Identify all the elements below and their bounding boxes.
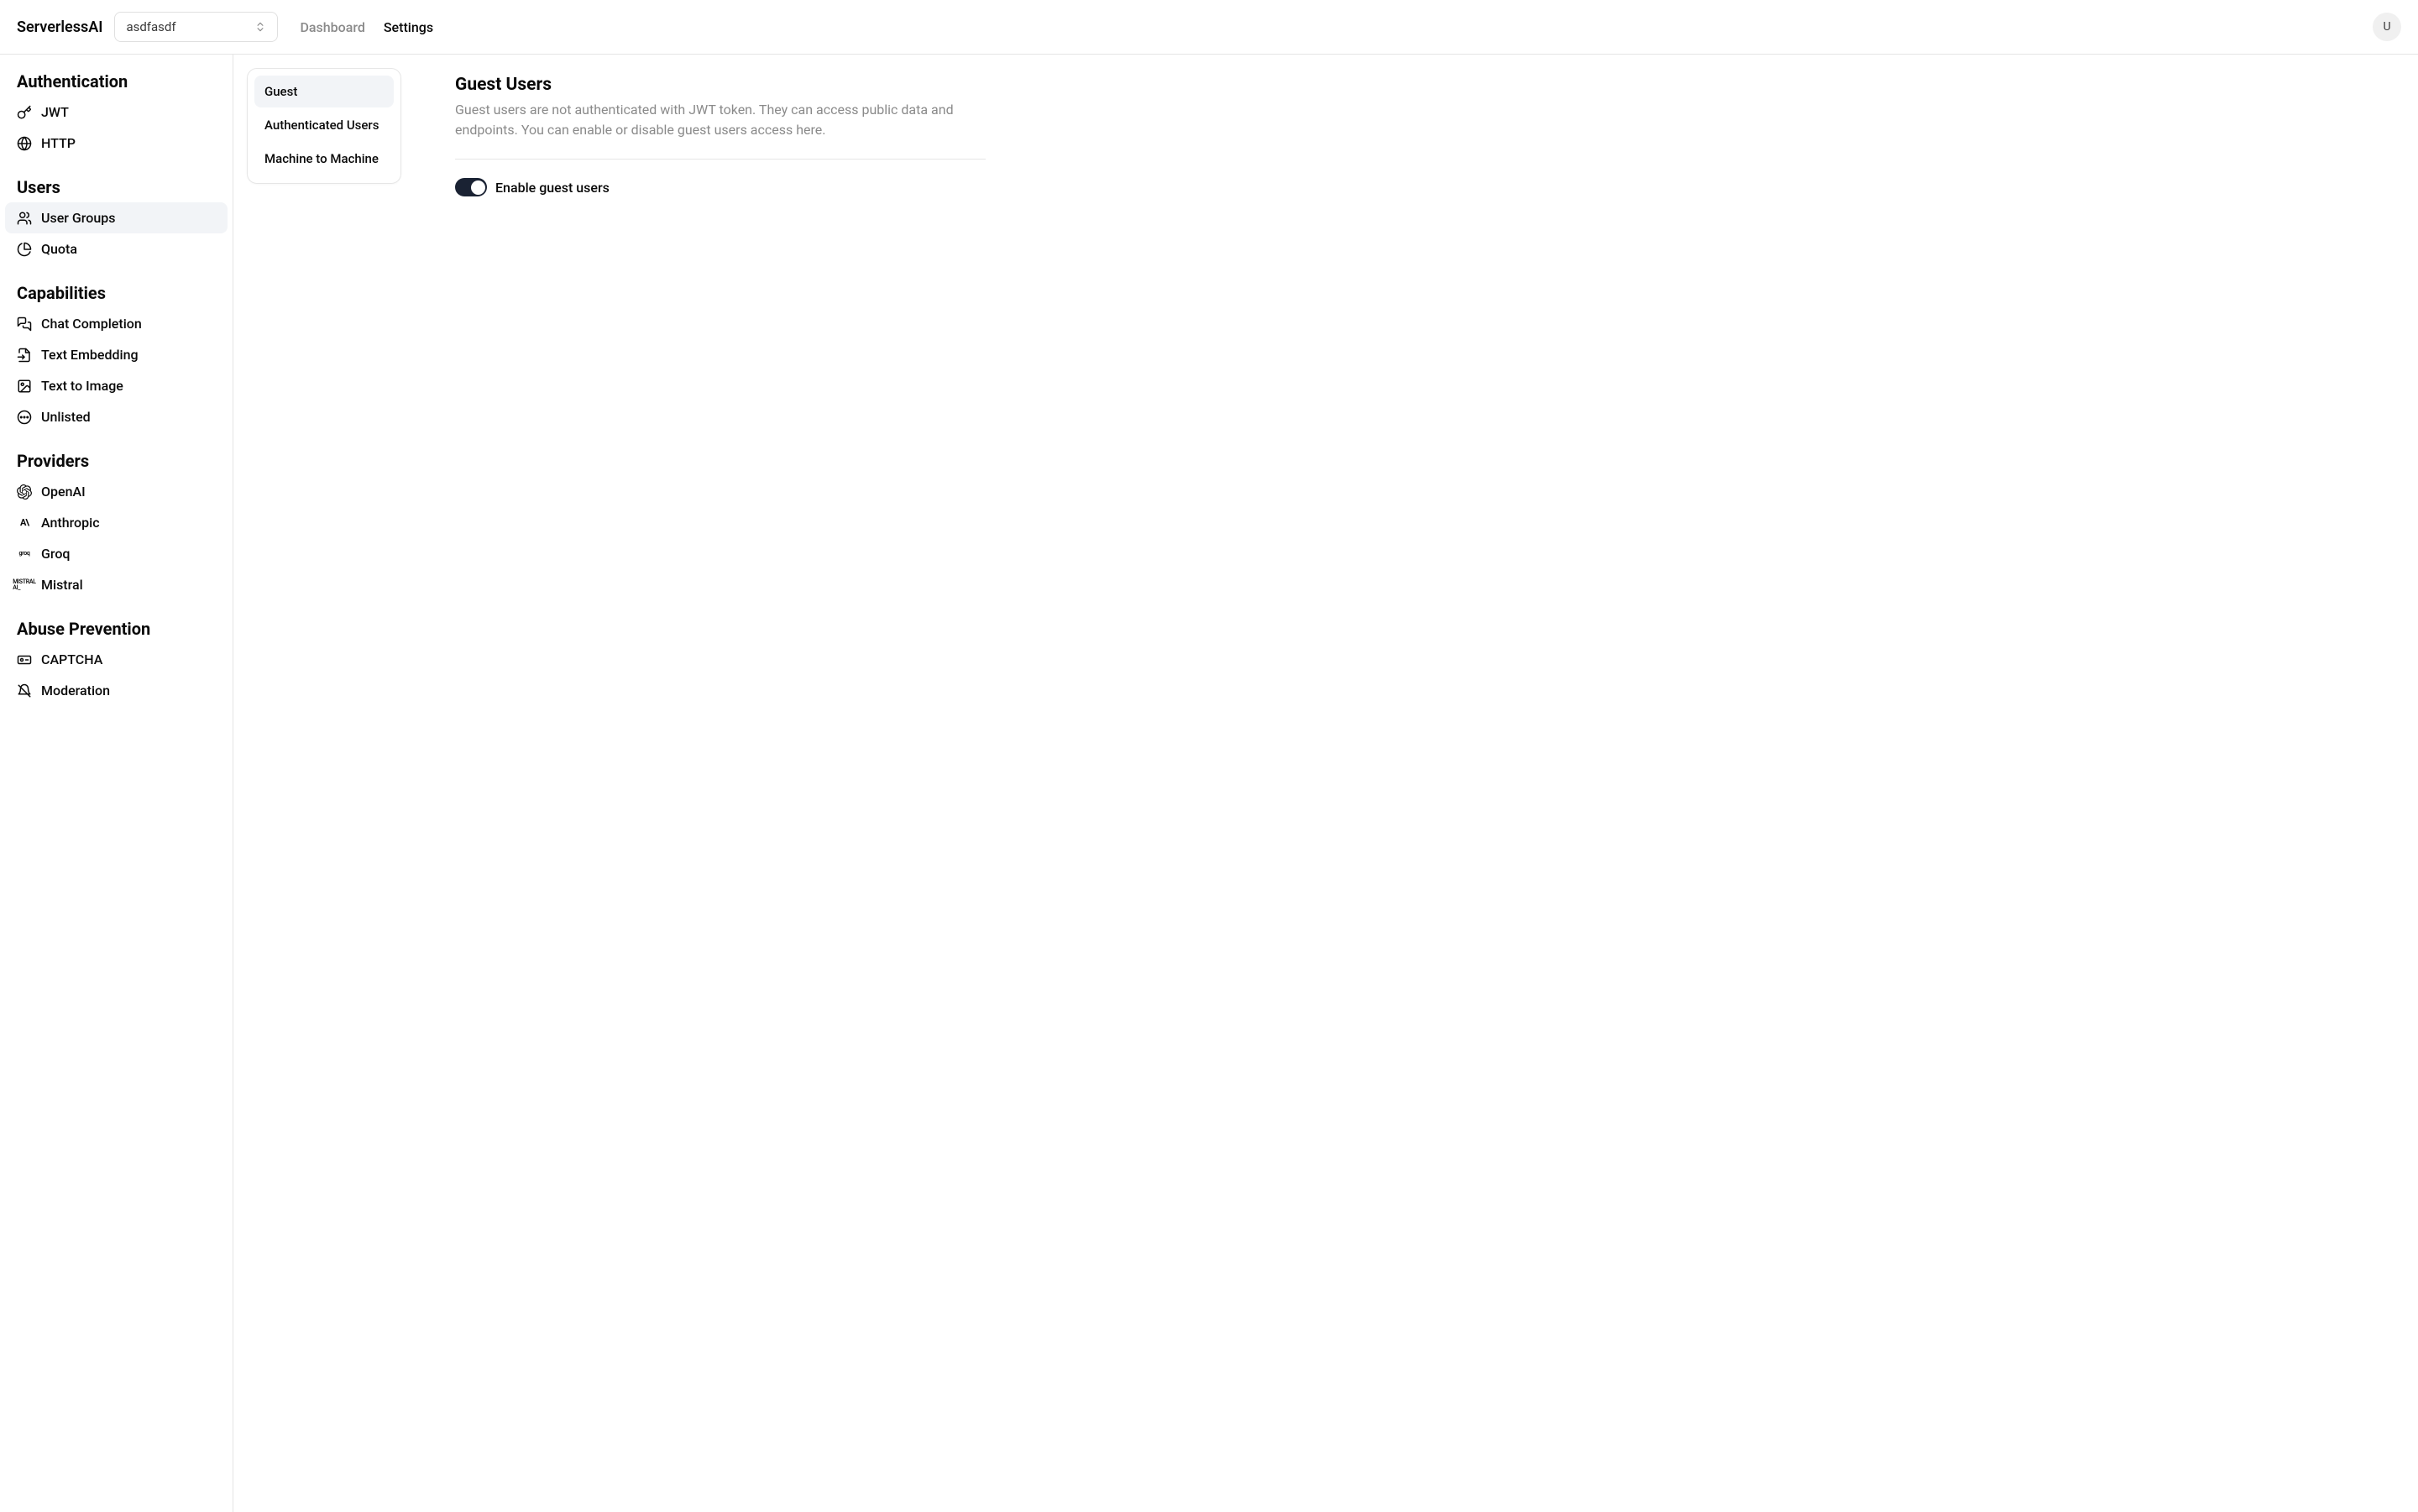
toggle-knob [471,180,485,195]
sidebar-section-providers: Providers OpenAI A\ Anthropic groq Groq [5,451,228,600]
sidebar-item-label: Mistral [41,577,83,593]
sidebar-item-label: Moderation [41,683,110,698]
header: ServerlessAI asdfasdf Dashboard Settings… [0,0,2418,55]
sub-item-machine-to-machine[interactable]: Machine to Machine [254,143,394,175]
sidebar-section-authentication: Authentication JWT HTTP [5,71,228,159]
toggle-row: Enable guest users [455,178,986,196]
sidebar-item-openai[interactable]: OpenAI [5,476,228,507]
sidebar-section-users: Users User Groups Quota [5,177,228,264]
sidebar-item-groq[interactable]: groq Groq [5,538,228,569]
sidebar-heading: Capabilities [5,283,228,308]
nav-links: Dashboard Settings [300,19,433,35]
main-content: Guest Users Guest users are not authenti… [415,55,1019,1512]
embed-icon [17,348,32,363]
sidebar-heading: Abuse Prevention [5,619,228,644]
chat-icon [17,317,32,332]
sidebar-item-mistral[interactable]: MISTRALAI_ Mistral [5,569,228,600]
sub-item-authenticated-users[interactable]: Authenticated Users [254,109,394,141]
logo[interactable]: ServerlessAI [17,18,102,36]
sidebar-item-label: CAPTCHA [41,651,102,667]
project-selected-label: asdfasdf [126,19,175,34]
captcha-icon [17,652,32,667]
sidebar-heading: Users [5,177,228,202]
toggle-label: Enable guest users [495,180,610,196]
users-icon [17,211,32,226]
sub-sidebar-card: Guest Authenticated Users Machine to Mac… [247,68,401,184]
avatar[interactable]: U [2373,13,2401,41]
chevrons-up-down-icon [254,21,266,33]
sidebar-item-label: Unlisted [41,409,91,425]
sidebar-item-chat-completion[interactable]: Chat Completion [5,308,228,339]
nav-dashboard[interactable]: Dashboard [300,19,364,35]
sidebar-item-label: Text to Image [41,378,123,394]
sidebar-item-label: Groq [41,546,71,562]
sidebar-item-text-to-image[interactable]: Text to Image [5,370,228,401]
sidebar-item-label: Anthropic [41,515,100,531]
sidebar: Authentication JWT HTTP Users [0,55,233,1512]
anthropic-icon: A\ [17,515,32,531]
image-icon [17,379,32,394]
sidebar-item-moderation[interactable]: Moderation [5,675,228,706]
sidebar-item-unlisted[interactable]: Unlisted [5,401,228,432]
moderation-icon [17,683,32,698]
sidebar-item-jwt[interactable]: JWT [5,97,228,128]
divider [455,159,986,160]
sub-sidebar: Guest Authenticated Users Machine to Mac… [233,55,415,1512]
sidebar-item-captcha[interactable]: CAPTCHA [5,644,228,675]
sidebar-section-abuse-prevention: Abuse Prevention CAPTCHA Moderation [5,619,228,706]
sub-item-guest[interactable]: Guest [254,76,394,107]
pie-icon [17,242,32,257]
sidebar-section-capabilities: Capabilities Chat Completion Text Embedd… [5,283,228,432]
sidebar-item-http[interactable]: HTTP [5,128,228,159]
sidebar-item-label: HTTP [41,135,76,151]
globe-icon [17,136,32,151]
sidebar-item-label: JWT [41,104,69,120]
openai-icon [17,484,32,500]
nav-settings[interactable]: Settings [384,19,433,35]
sidebar-item-label: Quota [41,241,77,257]
groq-icon: groq [17,547,32,562]
sidebar-item-anthropic[interactable]: A\ Anthropic [5,507,228,538]
sidebar-item-label: User Groups [41,210,115,226]
sidebar-item-text-embedding[interactable]: Text Embedding [5,339,228,370]
key-icon [17,105,32,120]
sidebar-item-label: Text Embedding [41,347,139,363]
mistral-icon: MISTRALAI_ [17,578,32,593]
sidebar-heading: Providers [5,451,228,476]
enable-guest-users-toggle[interactable] [455,178,487,196]
dots-icon [17,410,32,425]
avatar-initial: U [2383,20,2390,34]
sidebar-item-label: OpenAI [41,484,86,500]
page-title: Guest Users [455,75,986,95]
sidebar-heading: Authentication [5,71,228,97]
sidebar-item-quota[interactable]: Quota [5,233,228,264]
project-selector[interactable]: asdfasdf [114,12,278,42]
page-description: Guest users are not authenticated with J… [455,100,986,140]
sidebar-item-user-groups[interactable]: User Groups [5,202,228,233]
sidebar-item-label: Chat Completion [41,316,142,332]
